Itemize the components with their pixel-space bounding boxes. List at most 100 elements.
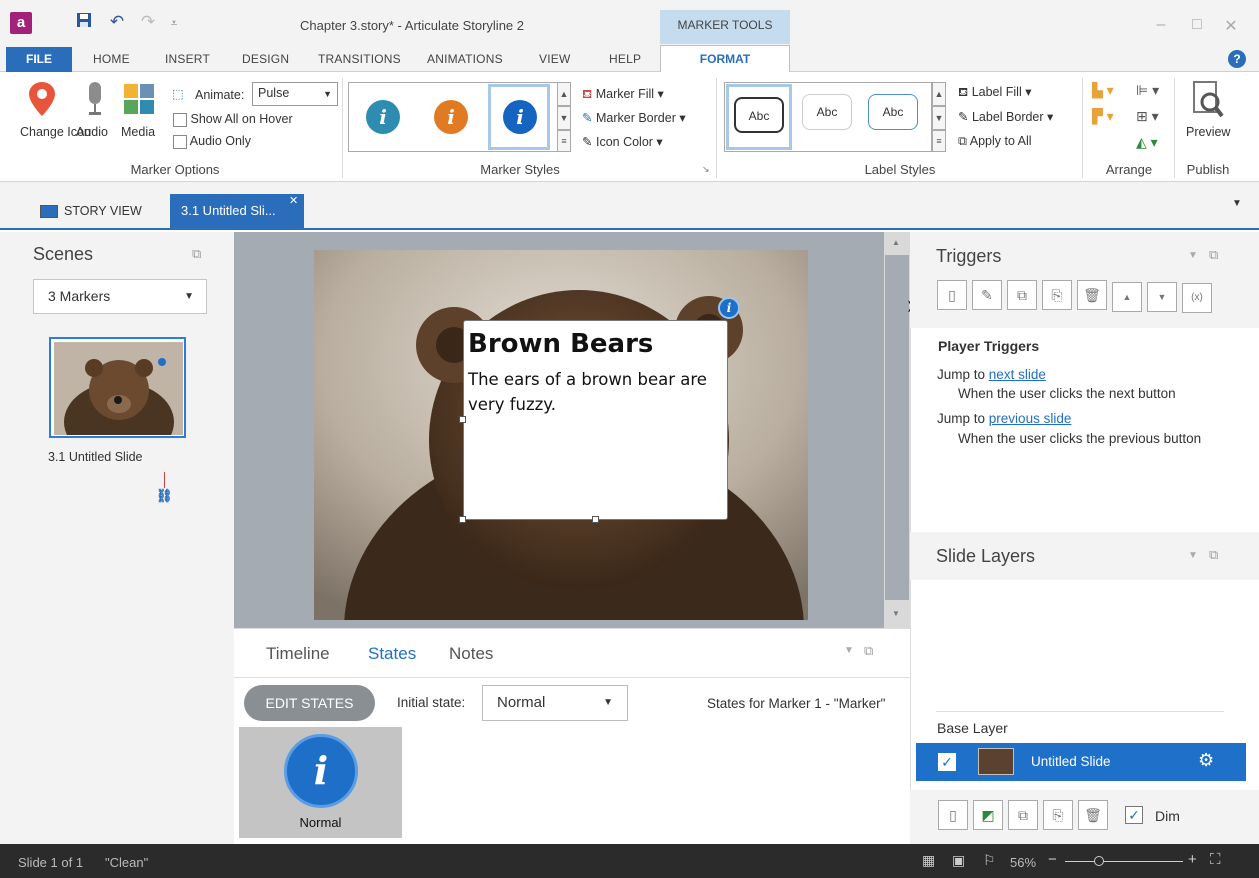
group-icon[interactable]: ⊞ ▾ bbox=[1136, 108, 1159, 125]
undock-icon[interactable]: ⧉ bbox=[864, 643, 873, 659]
tab-slide[interactable]: 3.1 Untitled Sli... bbox=[170, 194, 304, 230]
tab-view[interactable]: VIEW bbox=[539, 52, 570, 66]
tab-format[interactable]: FORMAT bbox=[660, 45, 790, 73]
base-layer-row[interactable]: ✓ Untitled Slide ⚙ bbox=[916, 743, 1246, 781]
initial-state-select[interactable]: Normal ▼ bbox=[482, 685, 628, 721]
label-fill-button[interactable]: ⛾ Label Fill ▾ bbox=[958, 84, 1031, 101]
tab-story-view[interactable]: STORY VIEW bbox=[40, 194, 142, 228]
minimize-icon[interactable]: – bbox=[1151, 16, 1171, 34]
scene-select[interactable]: 3 Markers ▼ bbox=[33, 279, 207, 314]
undock-icon[interactable]: ⧉ bbox=[1209, 247, 1218, 263]
resize-handle[interactable] bbox=[459, 516, 466, 523]
apply-to-all-button[interactable]: ⧉ Apply to All bbox=[958, 134, 1032, 149]
preview-button[interactable] bbox=[1190, 80, 1226, 120]
delete-icon[interactable]: 🗑 bbox=[1077, 280, 1107, 310]
panel-menu-icon[interactable]: ▼ bbox=[1188, 550, 1198, 561]
help-icon[interactable]: ? bbox=[1228, 50, 1246, 68]
slide-thumbnail[interactable] bbox=[49, 337, 186, 462]
marker-style-teal[interactable]: i bbox=[366, 100, 400, 134]
new-trigger-icon[interactable]: ▯ bbox=[937, 280, 967, 310]
zoom-slider-track[interactable] bbox=[1065, 861, 1183, 862]
variables-icon[interactable]: (x) bbox=[1182, 283, 1212, 313]
tab-notes[interactable]: Notes bbox=[449, 644, 493, 664]
change-icon-button[interactable] bbox=[26, 80, 58, 120]
dialog-launcher-icon[interactable]: ↘ bbox=[702, 164, 710, 175]
gallery-scroll-down[interactable]: ▼ bbox=[557, 106, 571, 130]
panel-menu-icon[interactable]: ▼ bbox=[1188, 250, 1198, 261]
tab-help[interactable]: HELP bbox=[609, 52, 641, 66]
audio-only-checkbox[interactable]: Audio Only bbox=[173, 134, 251, 149]
edit-states-button[interactable]: EDIT STATES bbox=[244, 685, 375, 721]
trigger-1-link[interactable]: next slide bbox=[989, 367, 1046, 382]
move-up-icon[interactable]: ▲ bbox=[1112, 282, 1142, 312]
send-backward-icon[interactable]: ▛ ▾ bbox=[1092, 108, 1114, 125]
maximize-icon[interactable]: □ bbox=[1187, 16, 1207, 34]
label-style-2[interactable]: Abc bbox=[802, 94, 852, 130]
normal-view-icon[interactable]: ▦ bbox=[922, 852, 935, 869]
gear-icon[interactable]: ⚙ bbox=[1198, 750, 1214, 771]
new-layer-icon[interactable]: ▯ bbox=[938, 800, 968, 830]
close-icon[interactable]: ✕ bbox=[1221, 16, 1241, 36]
duplicate-layer-icon[interactable]: ◩ bbox=[973, 800, 1003, 830]
state-normal-tile[interactable]: i Normal bbox=[239, 727, 402, 838]
icon-color-button[interactable]: ✎ Icon Color ▾ bbox=[582, 134, 663, 149]
scroll-up-arrow[interactable]: ▲ bbox=[892, 238, 900, 247]
zoom-out-icon[interactable]: − bbox=[1048, 851, 1057, 868]
move-down-icon[interactable]: ▼ bbox=[1147, 282, 1177, 312]
label-style-3[interactable]: Abc bbox=[868, 94, 918, 130]
redo-icon[interactable]: ↷ bbox=[137, 12, 159, 32]
tab-animations[interactable]: ANIMATIONS bbox=[427, 52, 503, 66]
copy-icon[interactable]: ⧉ bbox=[1007, 280, 1037, 310]
link-icon[interactable]: ⛓ bbox=[156, 488, 173, 504]
layer-visible-checkbox[interactable]: ✓ bbox=[938, 753, 956, 771]
tab-timeline[interactable]: Timeline bbox=[266, 644, 330, 664]
tabs-menu-icon[interactable]: ▼ bbox=[1232, 198, 1242, 209]
bring-forward-icon[interactable]: ▙ ▾ bbox=[1092, 82, 1114, 99]
align-icon[interactable]: ⊫ ▾ bbox=[1136, 82, 1159, 99]
delete-icon[interactable]: 🗑 bbox=[1078, 800, 1108, 830]
gallery-more[interactable]: ≡ bbox=[557, 130, 571, 152]
undock-icon[interactable]: ⧉ bbox=[1209, 547, 1218, 563]
tab-design[interactable]: DESIGN bbox=[242, 52, 289, 66]
zoom-in-icon[interactable]: + bbox=[1188, 851, 1197, 868]
label-border-button[interactable]: ✎ Label Border ▾ bbox=[958, 109, 1053, 124]
zoom-slider-thumb[interactable] bbox=[1094, 856, 1104, 866]
media-button[interactable] bbox=[122, 82, 156, 116]
label-style-1-selected[interactable]: Abc bbox=[726, 84, 792, 150]
paste-icon[interactable]: ⎘ bbox=[1043, 800, 1073, 830]
tab-file[interactable]: FILE bbox=[6, 47, 72, 72]
resize-handle[interactable] bbox=[592, 516, 599, 523]
rotate-icon[interactable]: ◭ ▾ bbox=[1136, 134, 1158, 151]
panel-menu-icon[interactable]: ▼ bbox=[844, 645, 854, 656]
resize-handle[interactable] bbox=[459, 416, 466, 423]
save-icon[interactable] bbox=[73, 12, 95, 33]
fit-to-window-icon[interactable]: ⛶ bbox=[1210, 851, 1221, 868]
marker-fill-button[interactable]: ⛾ Marker Fill ▾ bbox=[582, 86, 664, 103]
scroll-down-arrow[interactable]: ▼ bbox=[892, 609, 900, 618]
paste-icon[interactable]: ⎘ bbox=[1042, 280, 1072, 310]
undo-icon[interactable]: ↶ bbox=[106, 12, 128, 32]
gallery-scroll-up[interactable]: ▲ bbox=[932, 82, 946, 106]
marker-label-box[interactable]: Brown Bears The ears of a brown bear are… bbox=[463, 320, 728, 520]
tab-insert[interactable]: INSERT bbox=[165, 52, 210, 66]
marker-border-button[interactable]: ✎ Marker Border ▾ bbox=[582, 110, 686, 125]
slide-view-icon[interactable]: ▣ bbox=[952, 852, 965, 869]
tab-transitions[interactable]: TRANSITIONS bbox=[318, 52, 401, 66]
copy-icon[interactable]: ⧉ bbox=[1008, 800, 1038, 830]
gallery-more[interactable]: ≡ bbox=[932, 130, 946, 152]
tab-states[interactable]: States bbox=[368, 644, 416, 664]
animate-select[interactable]: Pulse ▼ bbox=[252, 82, 338, 106]
gallery-scroll-up[interactable]: ▲ bbox=[557, 82, 571, 106]
undock-icon[interactable]: ⧉ bbox=[192, 246, 201, 262]
trigger-2-link[interactable]: previous slide bbox=[989, 411, 1072, 426]
tab-home[interactable]: HOME bbox=[93, 52, 130, 66]
close-tab-icon[interactable]: ✕ bbox=[289, 194, 298, 207]
dim-checkbox[interactable]: ✓ bbox=[1125, 806, 1143, 824]
audio-button[interactable] bbox=[84, 80, 106, 120]
marker-info-icon[interactable]: i bbox=[718, 297, 740, 319]
show-all-on-hover-checkbox[interactable]: Show All on Hover bbox=[173, 112, 293, 127]
marker-style-orange[interactable]: i bbox=[434, 100, 468, 134]
customize-quick-access-icon[interactable]: ⩡ bbox=[163, 16, 185, 31]
gallery-scroll-down[interactable]: ▼ bbox=[932, 106, 946, 130]
marker-style-blue-selected[interactable]: i bbox=[488, 84, 550, 150]
